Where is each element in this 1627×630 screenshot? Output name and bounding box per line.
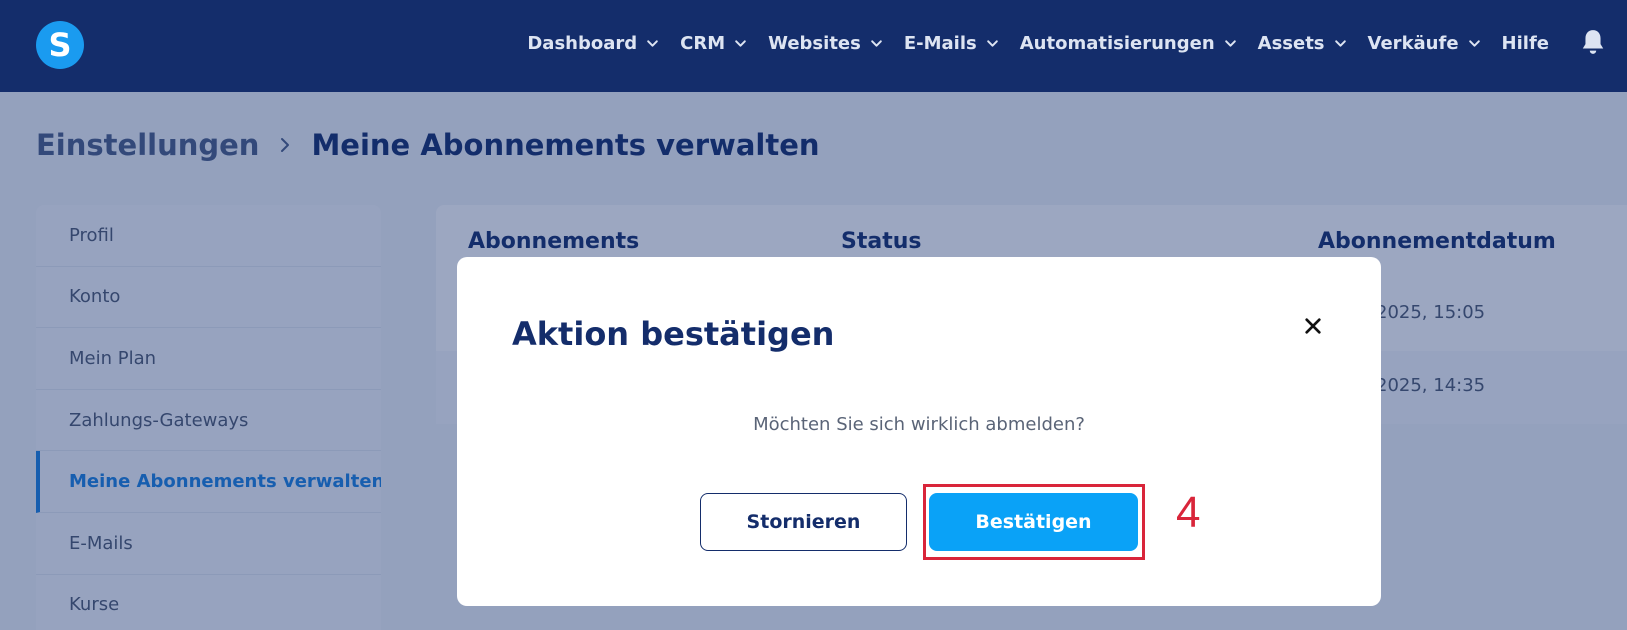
close-icon[interactable] <box>1299 312 1327 340</box>
nav-item-label: E-Mails <box>903 32 977 54</box>
nav-item-label: Automatisierungen <box>1019 32 1215 54</box>
chevron-down-icon <box>870 37 883 50</box>
nav-item-label: Verkäufe <box>1367 32 1459 54</box>
nav-item-sales[interactable]: Verkäufe <box>1368 33 1481 54</box>
nav-item-dashboard[interactable]: Dashboard <box>527 33 659 54</box>
nav-item-websites[interactable]: Websites <box>768 33 883 54</box>
nav-item-label: Websites <box>768 32 861 54</box>
chevron-down-icon <box>1468 37 1481 50</box>
nav-item-automations[interactable]: Automatisierungen <box>1020 33 1237 54</box>
main-nav: Dashboard CRM Websites E-Mails Automatis… <box>527 0 1549 86</box>
chevron-down-icon <box>1334 37 1347 50</box>
nav-item-emails[interactable]: E-Mails <box>904 33 999 54</box>
annotation-highlight-box <box>923 484 1145 560</box>
nav-item-crm[interactable]: CRM <box>680 33 747 54</box>
nav-item-label: Hilfe <box>1501 32 1549 54</box>
logo-letter: S <box>48 26 72 64</box>
dialog-title: Aktion bestätigen <box>512 315 835 353</box>
chevron-down-icon <box>646 37 659 50</box>
chevron-down-icon <box>986 37 999 50</box>
bell-icon[interactable] <box>1580 28 1606 56</box>
nav-item-label: Assets <box>1257 32 1325 54</box>
app-logo[interactable]: S <box>36 21 84 69</box>
chevron-down-icon <box>734 37 747 50</box>
nav-item-label: Dashboard <box>527 32 638 54</box>
dialog-message: Möchten Sie sich wirklich abmelden? <box>753 414 1085 435</box>
annotation-step-number: 4 <box>1176 488 1201 537</box>
cancel-button[interactable]: Stornieren <box>700 493 907 551</box>
chevron-down-icon <box>1224 37 1237 50</box>
nav-item-label: CRM <box>680 32 726 54</box>
confirm-dialog: Aktion bestätigen Möchten Sie sich wirkl… <box>457 257 1381 606</box>
top-navbar: S Dashboard CRM Websites E-Mails Automat… <box>0 0 1627 92</box>
nav-item-assets[interactable]: Assets <box>1258 33 1347 54</box>
nav-item-help[interactable]: Hilfe <box>1502 33 1549 54</box>
